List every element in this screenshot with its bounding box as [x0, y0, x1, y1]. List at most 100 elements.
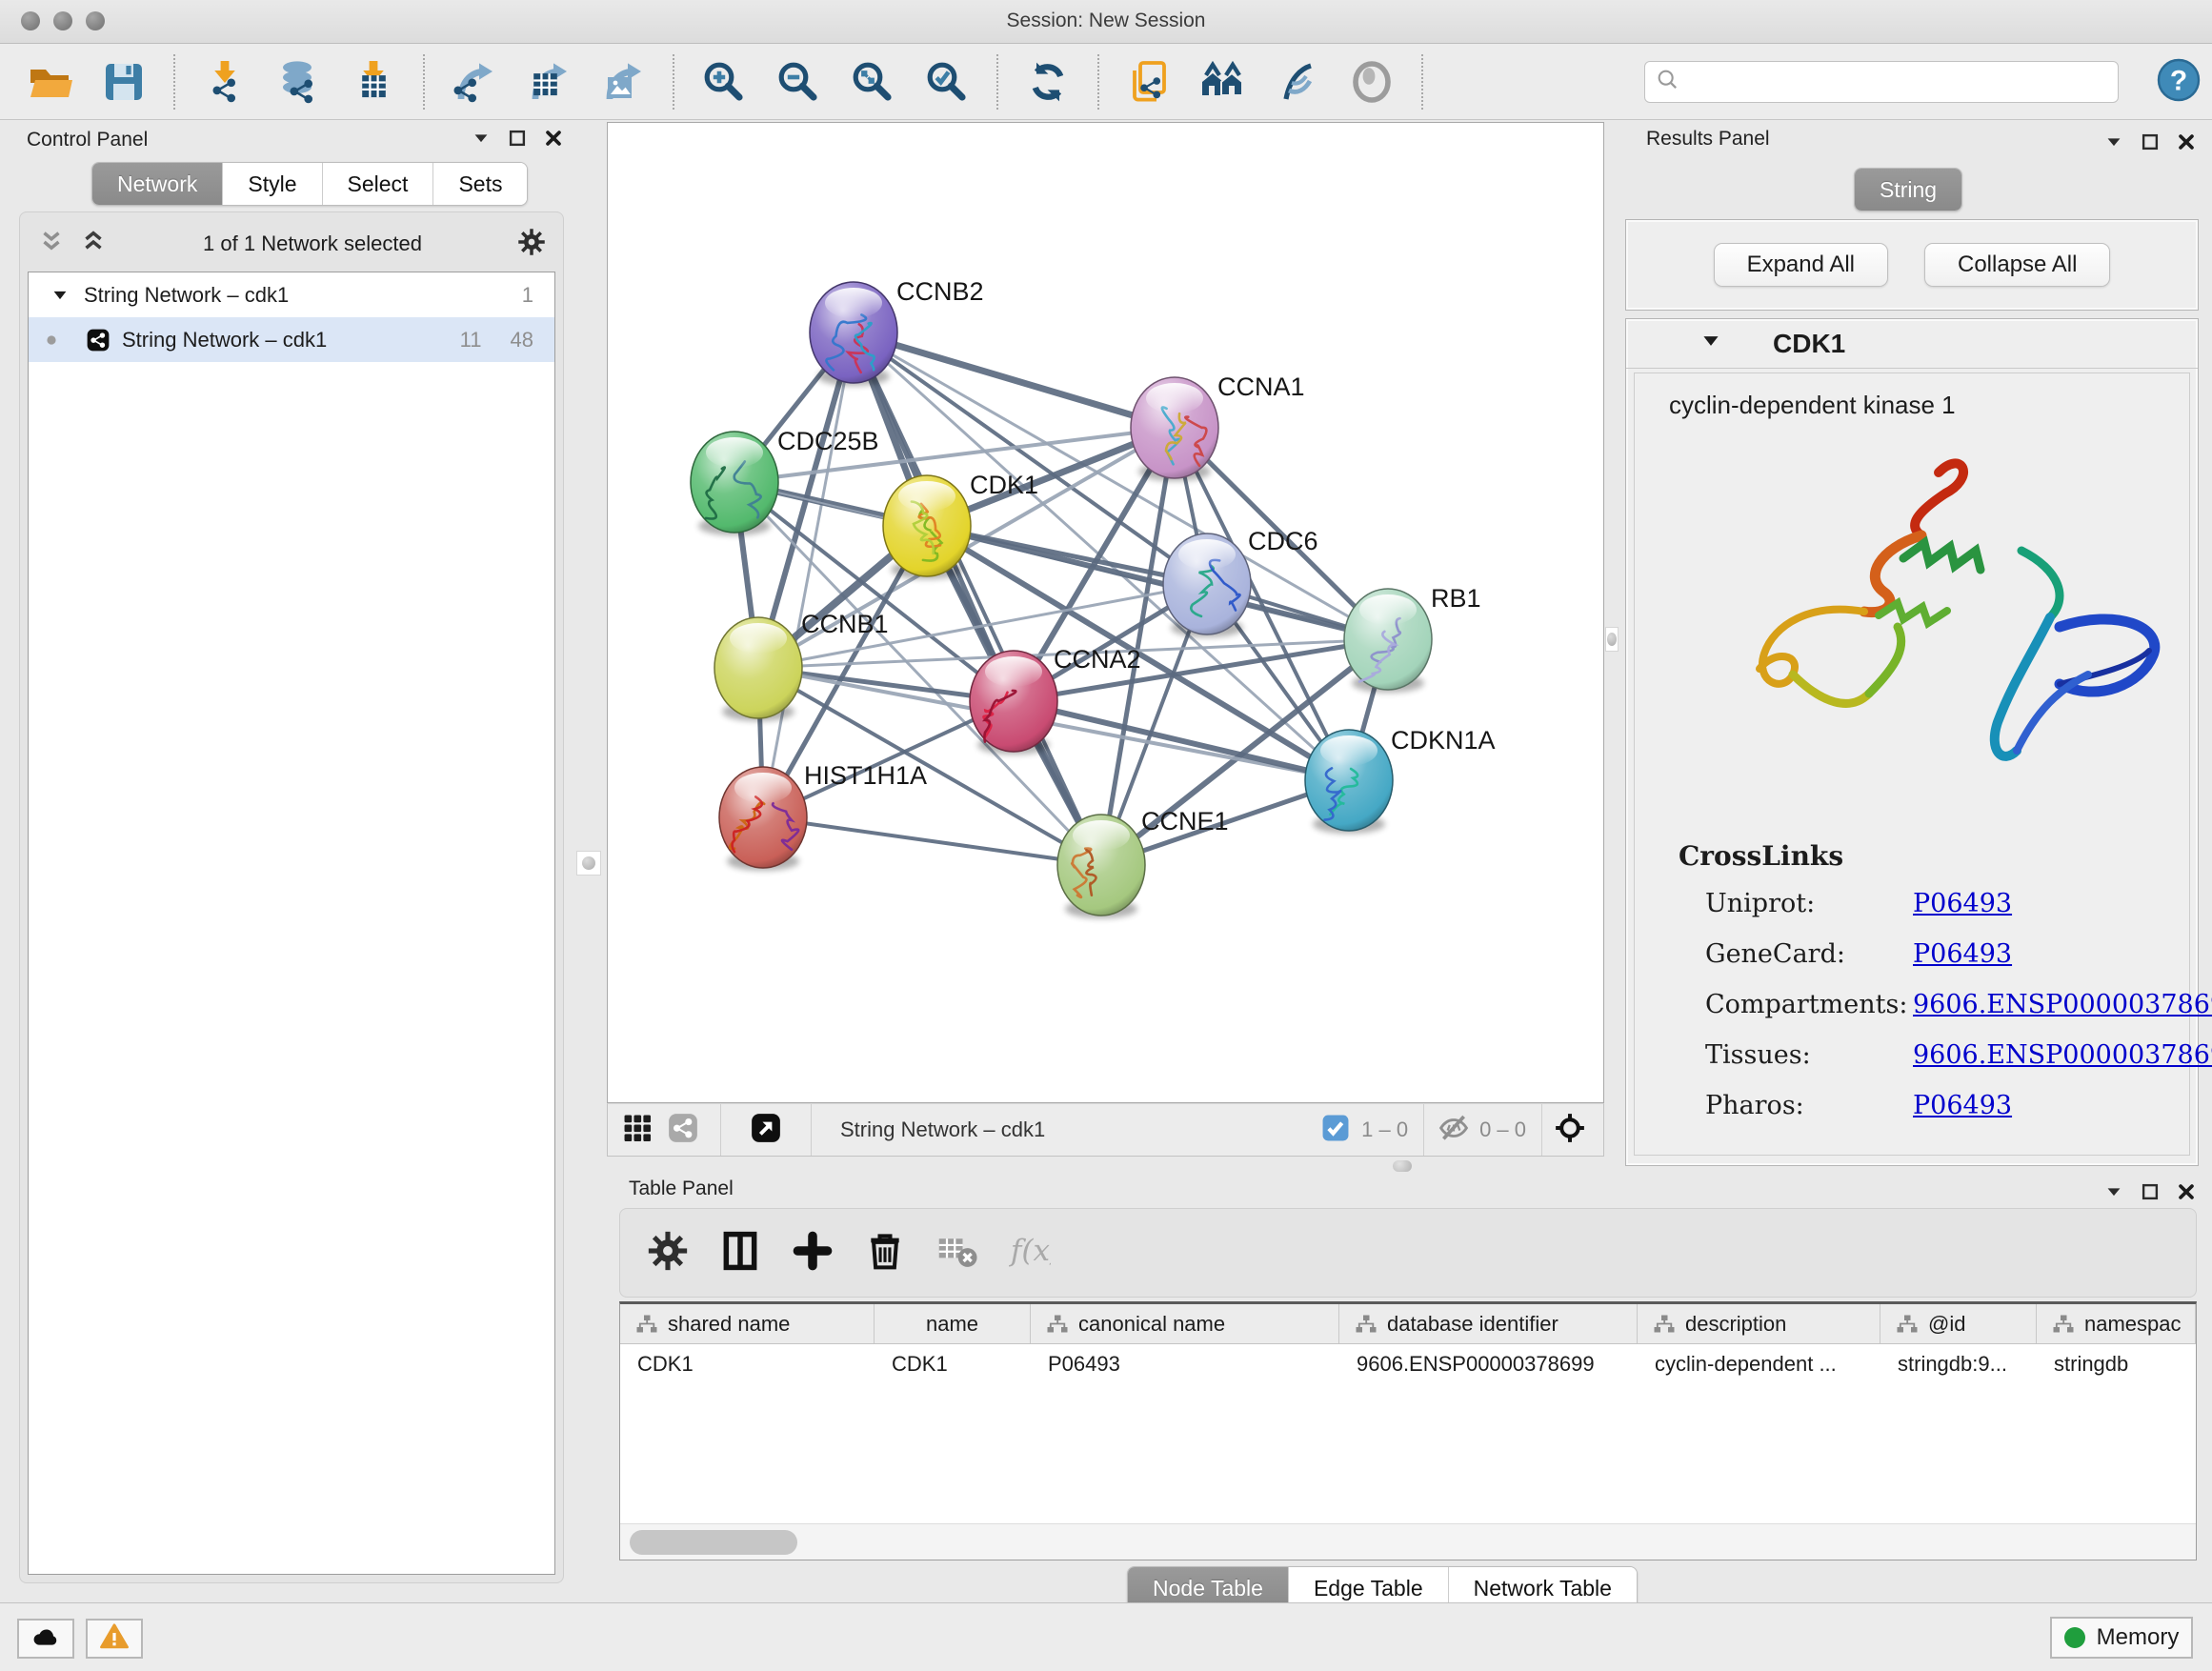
hidden-elements-icon[interactable] — [1438, 1112, 1470, 1149]
crosslink-link[interactable]: P06493 — [1913, 889, 2012, 918]
edge-HIST1H1A-CCNE1[interactable] — [763, 817, 1101, 865]
edge-CCNB2-HIST1H1A[interactable] — [763, 332, 854, 817]
export-image-button[interactable] — [598, 57, 648, 107]
search-box[interactable] — [1644, 61, 2119, 103]
tab-network[interactable]: Network — [92, 163, 223, 205]
table-cell[interactable]: stringdb — [2037, 1344, 2196, 1384]
show-columns-icon[interactable] — [719, 1230, 761, 1277]
zoom-out-button[interactable] — [774, 57, 823, 107]
table-cell[interactable]: CDK1 — [620, 1344, 875, 1384]
node-CDC6[interactable]: CDC6 — [1163, 527, 1318, 637]
gene-description: cyclin-dependent kinase 1 — [1669, 391, 1956, 420]
collapse-entry-icon[interactable] — [1626, 329, 1723, 358]
import-table-button[interactable] — [349, 57, 398, 107]
node-RB1[interactable]: RB1 — [1344, 584, 1481, 693]
crosslink-link[interactable]: 9606.ENSP00000378699 — [1913, 990, 2212, 1019]
column-header-canonical-name[interactable]: canonical name — [1031, 1304, 1339, 1343]
table-row[interactable]: CDK1CDK1P064939606.ENSP00000378699cyclin… — [620, 1344, 2196, 1384]
search-input[interactable] — [1681, 62, 2118, 102]
import-database-button[interactable] — [274, 57, 324, 107]
control-panel-close-icon[interactable] — [543, 128, 564, 153]
column-header-shared-name[interactable]: shared name — [620, 1304, 875, 1343]
column-header-name[interactable]: name — [875, 1304, 1031, 1343]
delete-column-icon[interactable] — [864, 1230, 906, 1277]
right-splitter-handle[interactable] — [1605, 627, 1619, 652]
crosslink-link[interactable]: 9606.ENSP00000378699 — [1913, 1040, 2212, 1070]
bottom-splitter-handle[interactable] — [1393, 1160, 1414, 1173]
expand-all-networks-icon[interactable] — [79, 228, 108, 261]
table-cell[interactable]: stringdb:9... — [1880, 1344, 2037, 1384]
table-cell[interactable]: cyclin-dependent ... — [1638, 1344, 1880, 1384]
new-table-button[interactable] — [524, 57, 573, 107]
cloud-status-button[interactable] — [17, 1619, 74, 1659]
zoom-selected-button[interactable] — [922, 57, 972, 107]
home-button[interactable] — [1198, 57, 1248, 107]
memory-button[interactable]: Memory — [2050, 1617, 2193, 1659]
node-CDKN1A[interactable]: CDKN1A — [1305, 726, 1496, 834]
network-tree-row[interactable]: String Network – cdk11148 — [29, 317, 554, 362]
tree-expander-icon[interactable] — [50, 285, 70, 306]
left-splitter-handle[interactable] — [576, 851, 601, 876]
results-panel-close-icon[interactable] — [2176, 131, 2197, 157]
collapse-all-networks-icon[interactable] — [37, 228, 66, 261]
document-share-button[interactable] — [1124, 57, 1174, 107]
control-panel-float-icon[interactable] — [507, 128, 528, 153]
node-label-HIST1H1A: HIST1H1A — [804, 761, 927, 790]
save-button[interactable] — [99, 57, 149, 107]
help-button[interactable]: ? — [2156, 59, 2202, 105]
table-horizontal-scrollbar[interactable] — [620, 1523, 2196, 1560]
scrollbar-thumb[interactable] — [630, 1530, 797, 1555]
table-options-gear-icon[interactable] — [647, 1230, 689, 1277]
table-panel-close-icon[interactable] — [2176, 1181, 2197, 1207]
string-network-graph[interactable]: CCNB2 CCNA1 CDC25B CDK1 CDC6 RB1 CCNB1 — [608, 123, 1603, 1102]
column-header-namespac[interactable]: namespac — [2037, 1304, 2196, 1343]
new-network-button[interactable] — [450, 57, 499, 107]
results-entry-header[interactable]: CDK1 — [1626, 319, 2198, 369]
control-panel-menu-icon[interactable] — [471, 128, 492, 153]
network-tree-row[interactable]: String Network – cdk11 — [29, 272, 554, 317]
node-CCNB1[interactable]: CCNB1 — [714, 610, 889, 721]
results-panel-menu-icon[interactable] — [2103, 131, 2124, 157]
column-header-@id[interactable]: @id — [1880, 1304, 2037, 1343]
column-header-description[interactable]: description — [1638, 1304, 1880, 1343]
birdseye-view-icon[interactable] — [750, 1112, 782, 1149]
crosslink-link[interactable]: P06493 — [1913, 939, 2012, 969]
zoom-fit-button[interactable] — [848, 57, 897, 107]
hide-display-button[interactable] — [1273, 57, 1322, 107]
tab-style[interactable]: Style — [223, 163, 322, 205]
network-view-canvas[interactable]: CCNB2 CCNA1 CDC25B CDK1 CDC6 RB1 CCNB1 — [607, 122, 1604, 1103]
add-column-icon[interactable] — [792, 1230, 834, 1277]
crosslink-link[interactable]: P06493 — [1913, 1091, 2012, 1120]
edge-CCNB2-CCNA1[interactable] — [854, 332, 1175, 428]
table-cell[interactable]: P06493 — [1031, 1344, 1339, 1384]
column-header-database-identifier[interactable]: database identifier — [1339, 1304, 1638, 1343]
fit-selected-icon[interactable] — [1554, 1112, 1592, 1149]
table-panel-float-icon[interactable] — [2140, 1181, 2161, 1207]
collapse-all-button[interactable]: Collapse All — [1924, 243, 2110, 287]
zoom-in-button[interactable] — [699, 57, 749, 107]
table-cell[interactable]: CDK1 — [875, 1344, 1031, 1384]
crosslink-row: Tissues:9606.ENSP00000378699 — [1679, 1040, 2212, 1070]
open-folder-button[interactable] — [25, 57, 74, 107]
node-CCNA1[interactable]: CCNA1 — [1131, 372, 1305, 481]
node-HIST1H1A[interactable]: HIST1H1A — [719, 761, 927, 871]
search-icon — [1655, 67, 1681, 98]
tab-select[interactable]: Select — [323, 163, 434, 205]
node-CCNE1[interactable]: CCNE1 — [1057, 807, 1229, 918]
tab-sets[interactable]: Sets — [433, 163, 527, 205]
table-cell[interactable]: 9606.ENSP00000378699 — [1339, 1344, 1638, 1384]
warnings-button[interactable] — [86, 1619, 143, 1659]
network-view-type-icon[interactable] — [667, 1112, 699, 1149]
selected-nodes-checkbox-icon[interactable] — [1319, 1112, 1352, 1149]
preview-button[interactable] — [1347, 57, 1397, 107]
tab-string[interactable]: String — [1855, 169, 1961, 211]
expand-all-button[interactable]: Expand All — [1714, 243, 1888, 287]
network-grid-view-icon[interactable] — [621, 1112, 654, 1149]
import-network-button[interactable] — [200, 57, 250, 107]
results-panel-float-icon[interactable] — [2140, 131, 2161, 157]
crosslink-label: Tissues: — [1705, 1040, 1913, 1070]
network-options-gear-icon[interactable] — [517, 228, 546, 261]
refresh-button[interactable] — [1023, 57, 1073, 107]
node-CCNA2[interactable]: CCNA2 — [970, 645, 1141, 755]
table-panel-menu-icon[interactable] — [2103, 1181, 2124, 1207]
